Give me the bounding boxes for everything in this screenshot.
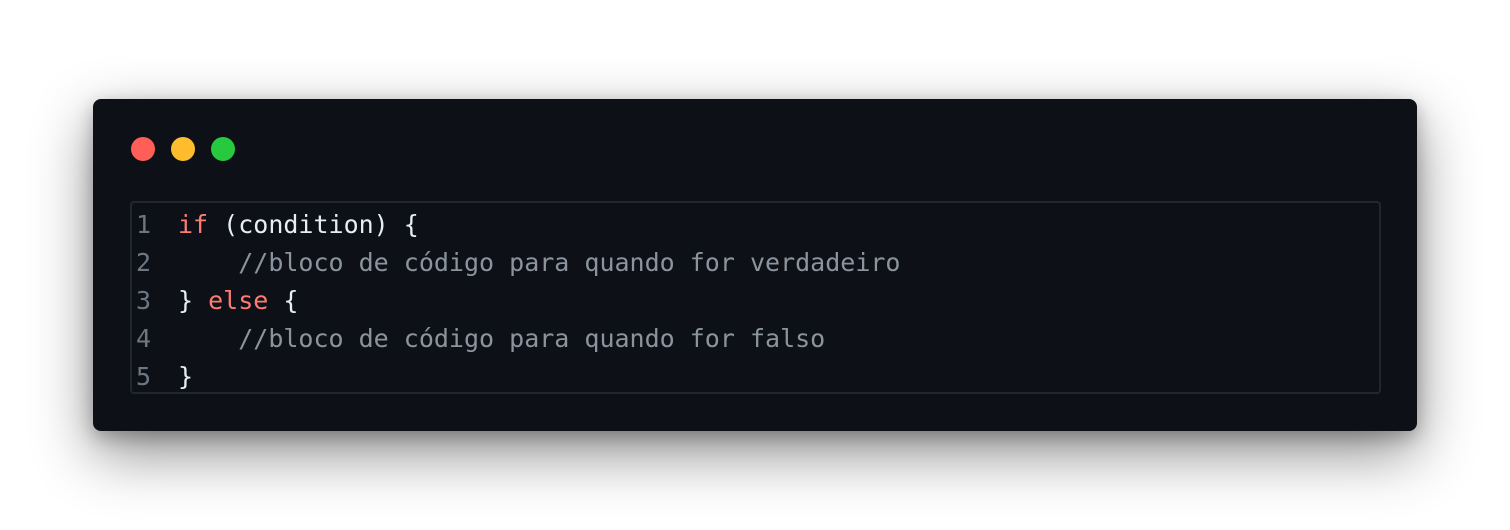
code-text: } <box>178 362 194 391</box>
close-dot-icon[interactable] <box>131 137 155 161</box>
code-text: (condition) { <box>208 210 419 239</box>
maximize-dot-icon[interactable] <box>211 137 235 161</box>
window-controls <box>131 137 235 161</box>
code-line: 1 if (condition) { <box>132 206 1379 244</box>
code-window: 1 if (condition) { 2 //bloco de código p… <box>93 99 1417 431</box>
minimize-dot-icon[interactable] <box>171 137 195 161</box>
code-line: 5 } <box>132 358 1379 396</box>
line-number: 2 <box>136 248 152 277</box>
code-comment: //bloco de código para quando for falso <box>238 324 826 353</box>
code-keyword: if <box>178 210 209 239</box>
code-line: 3 } else { <box>132 282 1379 320</box>
code-line: 2 //bloco de código para quando for verd… <box>132 244 1379 282</box>
line-number: 5 <box>136 362 152 391</box>
code-block[interactable]: 1 if (condition) { 2 //bloco de código p… <box>130 201 1381 394</box>
code-text: } <box>178 286 209 315</box>
code-comment: //bloco de código para quando for verdad… <box>238 248 901 277</box>
code-keyword: else <box>208 286 269 315</box>
line-number: 1 <box>136 210 152 239</box>
code-text: { <box>268 286 299 315</box>
code-line: 4 //bloco de código para quando for fals… <box>132 320 1379 358</box>
line-number: 4 <box>136 324 152 353</box>
line-number: 3 <box>136 286 152 315</box>
